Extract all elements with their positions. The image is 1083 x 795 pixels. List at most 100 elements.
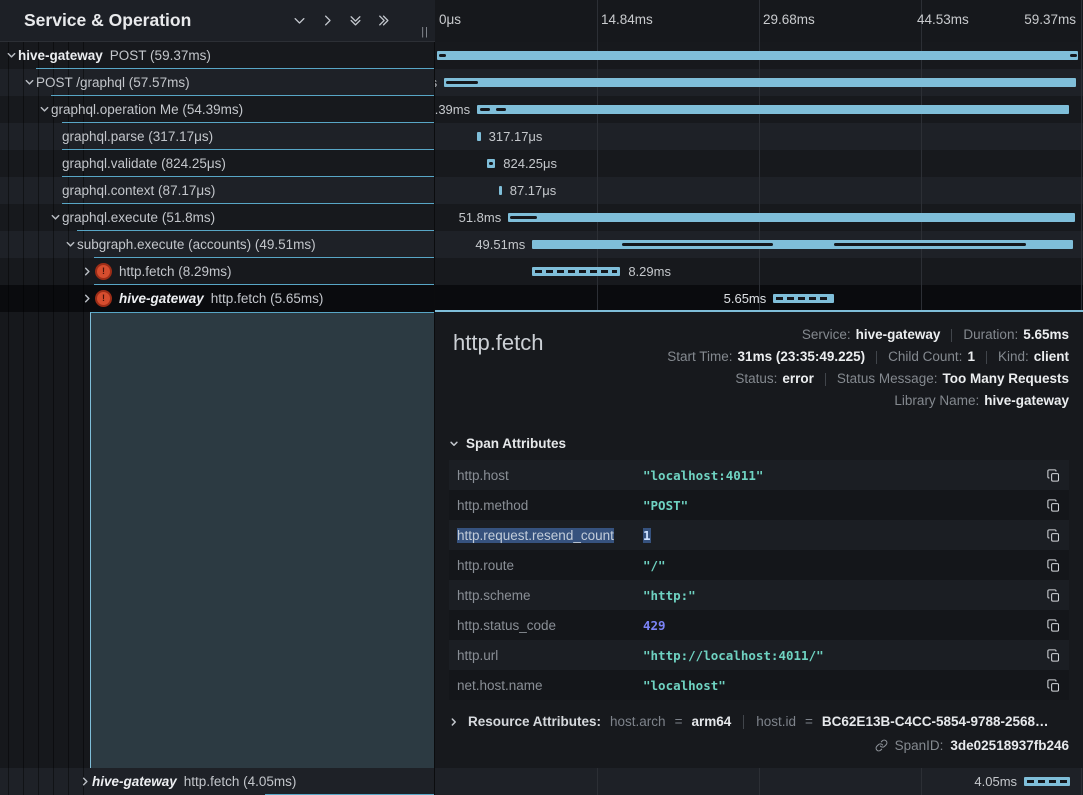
span-bar[interactable] xyxy=(508,213,1075,222)
chevron-right-icon[interactable] xyxy=(80,293,94,304)
timeline-row: 54.39ms xyxy=(435,96,1083,123)
chevron-down-icon[interactable] xyxy=(22,77,36,88)
span-duration-label: 51.8ms xyxy=(459,210,502,225)
collapse-one-icon[interactable] xyxy=(292,13,307,28)
span-row-http-fetch-selected[interactable]: ! hive-gateway http.fetch (5.65ms) xyxy=(0,285,435,312)
attribute-row[interactable]: http.route "/" xyxy=(449,550,1069,580)
span-duration-label: 57.57ms xyxy=(435,75,437,90)
meta-divider xyxy=(986,351,987,364)
attribute-row[interactable]: http.url "http://localhost:4011/" xyxy=(449,640,1069,670)
span-bar[interactable] xyxy=(773,294,834,303)
status-message-value: Too Many Requests xyxy=(942,368,1069,390)
span-duration-label: 5.65ms xyxy=(724,291,767,306)
span-bar[interactable] xyxy=(437,51,1078,60)
copy-icon[interactable] xyxy=(1046,498,1061,513)
duration-value: 5.65ms xyxy=(1023,324,1069,346)
meta-divider xyxy=(951,329,952,342)
timeline-row xyxy=(435,42,1083,69)
span-bar[interactable] xyxy=(477,132,481,141)
expand-all-icon[interactable] xyxy=(376,13,391,28)
span-row-graphql-validate[interactable]: graphql.validate (824.25μs) xyxy=(0,150,435,177)
copy-icon[interactable] xyxy=(1046,558,1061,573)
span-bar[interactable] xyxy=(487,159,495,168)
copy-icon[interactable] xyxy=(1046,588,1061,603)
link-icon[interactable] xyxy=(875,739,888,752)
panel-divider[interactable] xyxy=(434,0,435,795)
span-duration-label: 49.51ms xyxy=(475,237,525,252)
detail-meta: Service: hive-gateway Duration: 5.65ms S… xyxy=(667,324,1069,412)
collapse-all-icon[interactable] xyxy=(348,13,363,28)
attribute-value: "localhost" xyxy=(643,678,726,693)
span-row-graphql-parse[interactable]: graphql.parse (317.17μs) xyxy=(0,123,435,150)
attribute-key: net.host.name xyxy=(457,678,543,693)
panel-title: Service & Operation xyxy=(24,10,191,31)
span-bar[interactable] xyxy=(1024,777,1070,786)
attribute-value: 1 xyxy=(643,528,651,543)
attribute-row[interactable]: http.host "localhost:4011" xyxy=(449,460,1069,490)
attribute-key: http.status_code xyxy=(457,618,556,633)
chevron-down-icon[interactable] xyxy=(63,239,77,250)
attribute-value: "localhost:4011" xyxy=(643,468,763,483)
copy-icon[interactable] xyxy=(1046,678,1061,693)
span-operation: graphql.execute (51.8ms) xyxy=(62,210,215,225)
chevron-down-icon[interactable] xyxy=(4,50,18,61)
span-service: hive-gateway xyxy=(18,48,103,63)
span-row-hive-gateway-post[interactable]: hive-gateway POST (59.37ms) xyxy=(0,42,435,69)
child-count-label: Child Count: xyxy=(888,346,962,368)
chevron-down-icon xyxy=(449,439,459,449)
meta-divider xyxy=(825,373,826,386)
attribute-value: "/" xyxy=(643,558,666,573)
span-duration-label: 317.17μs xyxy=(489,129,543,144)
span-service: hive-gateway xyxy=(92,774,177,789)
kind-value: client xyxy=(1034,346,1069,368)
span-duration-label: 54.39ms xyxy=(435,102,470,117)
attribute-row[interactable]: http.status_code 429 xyxy=(449,610,1069,640)
span-row-graphql-operation[interactable]: graphql.operation Me (54.39ms) xyxy=(0,96,435,123)
copy-icon[interactable] xyxy=(1046,528,1061,543)
equals-sign: = xyxy=(675,714,683,729)
resource-attr-key: host.id xyxy=(756,714,796,729)
span-row-graphql-context[interactable]: graphql.context (87.17μs) xyxy=(0,177,435,204)
left-panel-header: Service & Operation || xyxy=(0,0,435,42)
attribute-row[interactable]: http.scheme "http:" xyxy=(449,580,1069,610)
attribute-row[interactable]: http.method "POST" xyxy=(449,490,1069,520)
span-operation: http.fetch (5.65ms) xyxy=(211,291,324,306)
trace-viewer: 0μs 14.84ms 29.68ms 44.53ms 59.37ms 57.5… xyxy=(0,0,1083,795)
span-attributes-toggle[interactable]: Span Attributes xyxy=(449,436,1069,451)
span-operation: graphql.validate (824.25μs) xyxy=(62,156,226,171)
copy-icon[interactable] xyxy=(1046,618,1061,633)
chevron-right-icon[interactable] xyxy=(78,776,92,787)
span-row-post-graphql[interactable]: POST /graphql (57.57ms) xyxy=(0,69,435,96)
resource-attributes-title: Resource Attributes: xyxy=(468,714,601,729)
span-bar[interactable] xyxy=(499,186,502,195)
chevron-right-icon[interactable] xyxy=(80,266,94,277)
span-detail-panel: http.fetch Service: hive-gateway Duratio… xyxy=(435,310,1083,768)
attribute-value: 429 xyxy=(643,618,666,633)
attributes-table: http.host "localhost:4011" http.method "… xyxy=(449,460,1069,700)
span-row-http-fetch-1[interactable]: ! http.fetch (8.29ms) xyxy=(0,258,435,285)
span-bar[interactable] xyxy=(477,105,1069,114)
attribute-row[interactable]: net.host.name "localhost" xyxy=(449,670,1069,700)
span-bar[interactable] xyxy=(532,267,620,276)
span-bar[interactable] xyxy=(532,240,1073,249)
span-row-graphql-execute[interactable]: graphql.execute (51.8ms) xyxy=(0,204,435,231)
meta-divider xyxy=(876,351,877,364)
timeline-row: 8.29ms xyxy=(435,258,1083,285)
attribute-key: http.host xyxy=(457,468,509,483)
expand-one-icon[interactable] xyxy=(320,13,335,28)
chevron-down-icon[interactable] xyxy=(37,104,51,115)
resource-attr-value: BC62E13B-C4CC-5854-9788-2568… xyxy=(822,714,1049,729)
resource-attributes-row[interactable]: Resource Attributes: host.arch = arm64 h… xyxy=(449,714,1069,729)
copy-icon[interactable] xyxy=(1046,648,1061,663)
span-duration-label: 4.05ms xyxy=(974,774,1017,789)
axis-tick: 14.84ms xyxy=(601,12,653,27)
attribute-key: http.request.resend_count xyxy=(457,528,614,543)
copy-icon[interactable] xyxy=(1046,468,1061,483)
span-row-subgraph-execute[interactable]: subgraph.execute (accounts) (49.51ms) xyxy=(0,231,435,258)
chevron-down-icon[interactable] xyxy=(48,212,62,223)
span-bar[interactable] xyxy=(444,78,1076,87)
panel-resize-handle[interactable]: || xyxy=(421,26,429,38)
timeline-row: 49.51ms xyxy=(435,231,1083,258)
span-row-http-fetch-bottom[interactable]: hive-gateway http.fetch (4.05ms) xyxy=(0,768,435,795)
attribute-row-selected[interactable]: http.request.resend_count 1 xyxy=(449,520,1069,550)
